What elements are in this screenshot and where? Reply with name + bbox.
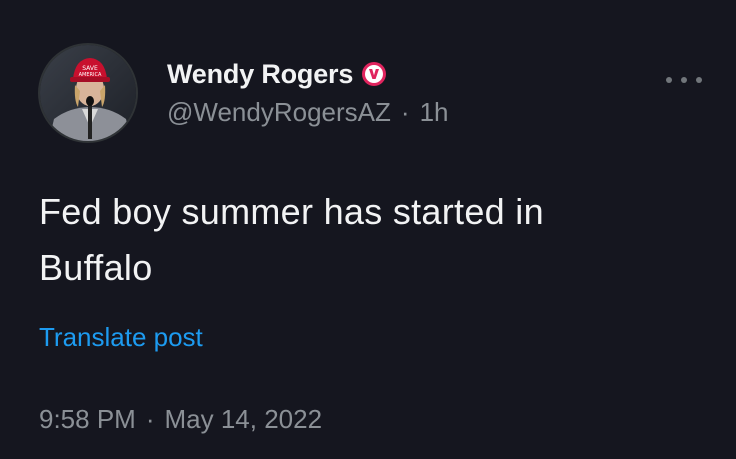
more-dot [666,77,672,83]
translate-post-link[interactable]: Translate post [39,322,203,353]
avatar[interactable]: SAVE AMERICA [38,43,138,143]
author-handle-row: @WendyRogersAZ · 1h [167,97,448,128]
post-timestamp[interactable]: 9:58 PM · May 14, 2022 [39,404,322,435]
post-time: 9:58 PM [39,404,136,434]
profile-photo-avatar: SAVE AMERICA [40,45,136,141]
tweet-text: Fed boy summer has started in Buffalo [39,184,699,296]
svg-text:SAVE: SAVE [82,65,98,72]
post-date: May 14, 2022 [164,404,323,434]
more-dot [696,77,702,83]
more-options-icon[interactable] [666,70,702,90]
more-dot [681,77,687,83]
handle-separator: · [400,97,410,127]
timestamp-separator: · [145,404,155,434]
author-name-row: Wendy Rogers [167,58,387,90]
relative-time[interactable]: 1h [420,97,449,127]
author-handle[interactable]: @WendyRogersAZ [167,97,391,127]
tweet-text-line: Buffalo [39,247,153,288]
svg-text:AMERICA: AMERICA [79,72,102,78]
author-display-name[interactable]: Wendy Rogers [167,59,353,90]
tweet-text-line: Fed boy summer has started in [39,191,544,232]
verified-v-badge-icon [362,62,387,86]
